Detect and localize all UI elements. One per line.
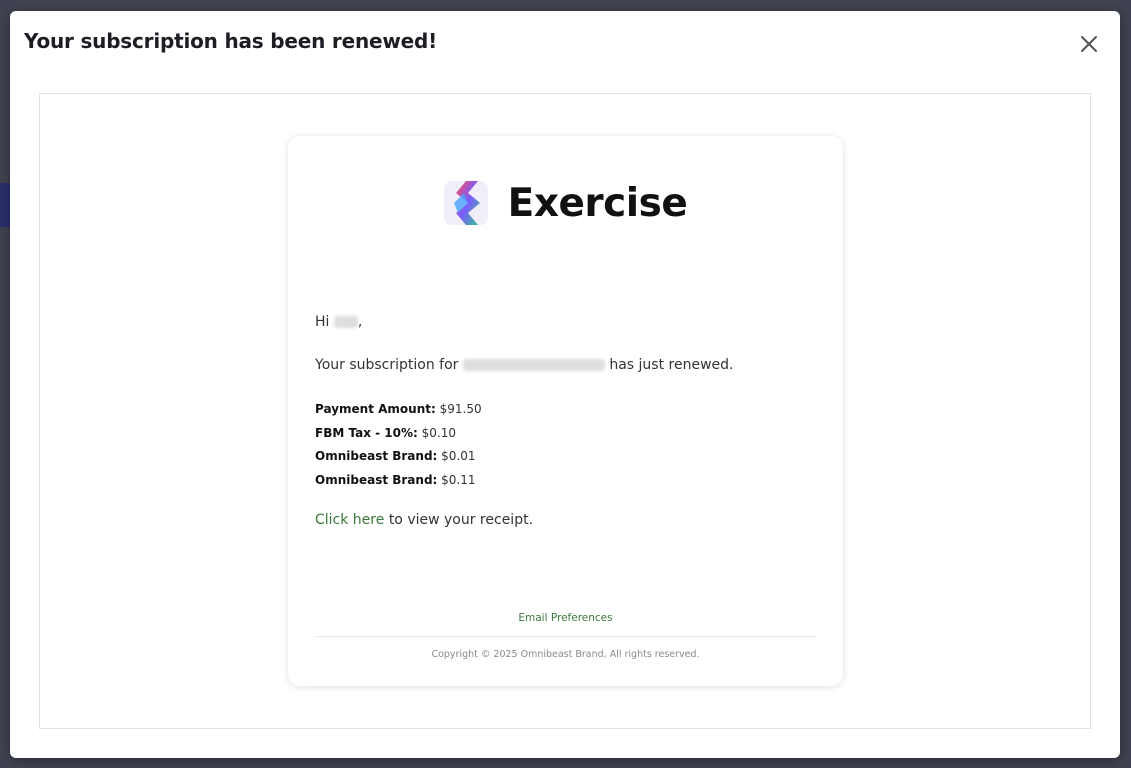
subscription-prefix: Your subscription for (315, 357, 459, 373)
fee-label: Payment Amount: (315, 402, 436, 416)
greeting-suffix: , (357, 314, 363, 330)
fee-label: Omnibeast Brand: (315, 449, 438, 463)
modal-header: Your subscription has been renewed! (10, 11, 1120, 75)
fee-row: FBM Tax - 10%: $0.10 (315, 422, 815, 446)
view-receipt-link[interactable]: Click here (315, 512, 384, 528)
greeting: Hi , (315, 312, 815, 332)
subscription-message: Your subscription for has just renewed. (315, 355, 815, 375)
fee-list: Payment Amount: $91.50 FBM Tax - 10%: $0… (315, 398, 815, 492)
brand-logo: Exercise (288, 178, 843, 228)
close-button[interactable] (1078, 33, 1100, 55)
background-app-element (0, 183, 10, 227)
email-preview-frame: Exercise Hi , Your subscription for has … (39, 93, 1091, 729)
close-icon (1081, 36, 1097, 52)
greeting-prefix: Hi (315, 314, 330, 330)
fee-row: Payment Amount: $91.50 (315, 398, 815, 422)
fee-value: $0.01 (441, 449, 476, 463)
redacted-name (333, 316, 358, 328)
email-body: Hi , Your subscription for has just rene… (315, 312, 815, 530)
brand-name: Exercise (507, 180, 688, 226)
exercise-logo-icon (443, 181, 488, 225)
receipt-suffix: to view your receipt. (388, 512, 534, 528)
copyright-text: Copyright © 2025 Omnibeast Brand, All ri… (431, 649, 700, 660)
fee-row: Omnibeast Brand: $0.11 (315, 469, 815, 493)
receipt-message: Click here to view your receipt. (315, 510, 815, 530)
fee-row: Omnibeast Brand: $0.01 (315, 445, 815, 469)
fee-value: $91.50 (439, 402, 482, 416)
subscription-renewed-modal: Your subscription has been renewed! Exer… (10, 11, 1120, 758)
subscription-suffix: has just renewed. (609, 357, 734, 373)
modal-title: Your subscription has been renewed! (24, 29, 438, 53)
fee-value: $0.10 (421, 425, 456, 440)
footer-divider (315, 636, 815, 637)
fee-value: $0.11 (441, 472, 476, 487)
fee-label: Omnibeast Brand: (315, 472, 438, 487)
fee-label: FBM Tax - 10%: (315, 425, 418, 440)
email-preferences-link[interactable]: Email Preferences (288, 612, 843, 624)
email-card: Exercise Hi , Your subscription for has … (288, 136, 843, 686)
redacted-subscription-name (462, 359, 605, 371)
